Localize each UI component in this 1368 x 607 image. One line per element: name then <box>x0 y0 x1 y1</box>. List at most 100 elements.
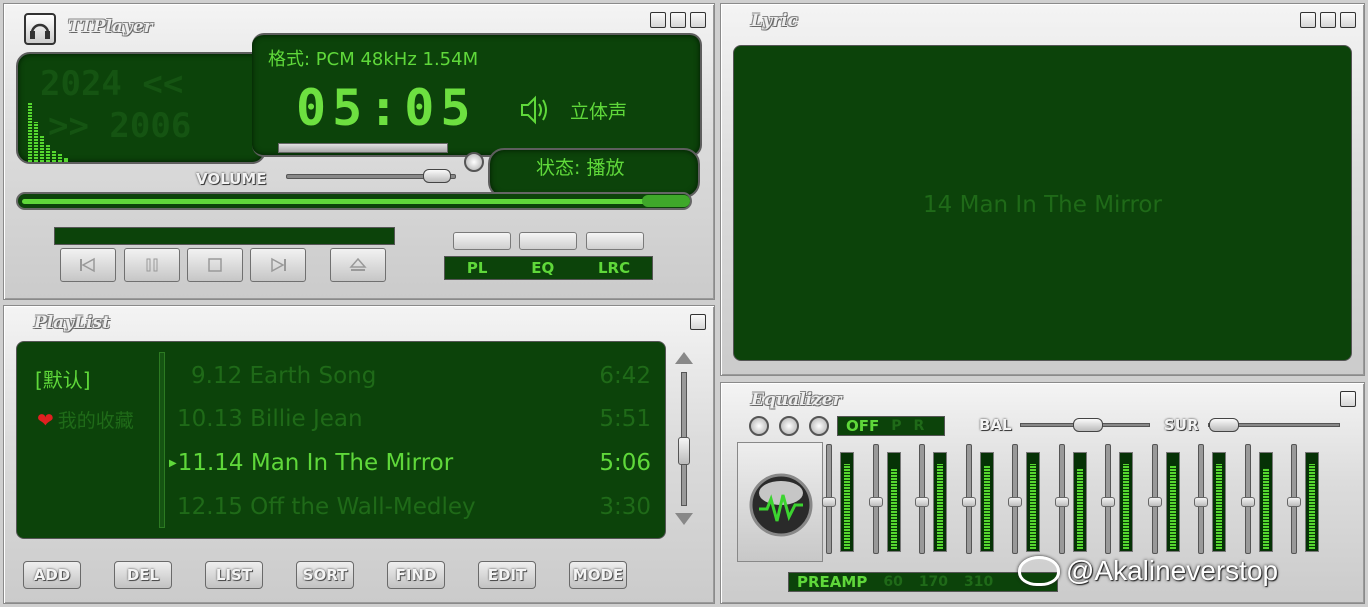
scroll-up-icon[interactable] <box>675 352 693 364</box>
lrc-toggle-top[interactable] <box>586 232 644 250</box>
equalizer-window-buttons <box>1340 391 1356 407</box>
eq-band-slider[interactable] <box>1240 444 1255 554</box>
lyric-close-button[interactable] <box>1340 12 1356 28</box>
playlist-close-button[interactable] <box>690 314 706 330</box>
eq-band-slider-thumb[interactable] <box>822 497 836 507</box>
mini-mode-button[interactable] <box>670 12 686 28</box>
playlist-scrollbar-thumb[interactable] <box>678 437 690 465</box>
eq-band-slider[interactable] <box>822 444 836 554</box>
eq-band-slider[interactable] <box>1147 444 1162 554</box>
eq-band-slider-thumb[interactable] <box>915 497 929 507</box>
eq-button[interactable]: EQ <box>531 259 554 277</box>
balance-knob-icon[interactable] <box>464 152 484 172</box>
eq-band-slider[interactable] <box>915 444 929 554</box>
eq-band-meter <box>979 452 994 552</box>
eq-band-slider[interactable] <box>1054 444 1069 554</box>
eq-knob-1[interactable] <box>749 416 769 436</box>
lyric-title: Lyric <box>751 11 798 31</box>
eq-band-slider-thumb[interactable] <box>1147 497 1162 507</box>
track-name: 9.12 Earth Song <box>191 363 377 389</box>
eq-band-slider[interactable] <box>1287 444 1301 554</box>
eq-band-slider-thumb[interactable] <box>1054 497 1069 507</box>
track-row[interactable]: 9.12 Earth Song 6:42 <box>177 356 667 396</box>
lyric-minimize-button[interactable] <box>1300 12 1316 28</box>
eq-band-meter <box>1072 452 1087 552</box>
next-button[interactable] <box>250 248 306 282</box>
prev-button[interactable] <box>60 248 116 282</box>
sort-button[interactable]: SORT <box>296 561 354 589</box>
player-title: TTPlayer <box>68 17 153 37</box>
seek-bar[interactable] <box>16 192 692 210</box>
pl-toggle-top[interactable] <box>453 232 511 250</box>
player-display: 2024 << >> 2006 <box>16 52 266 164</box>
track-row[interactable]: 12.15 Off the Wall-Medley 3:30 <box>177 487 667 527</box>
eq-knob-3[interactable] <box>809 416 829 436</box>
eq-band-meter-fill <box>890 469 897 549</box>
track-duration: 5:51 <box>599 406 651 432</box>
find-button[interactable]: FIND <box>387 561 445 589</box>
eject-button[interactable] <box>330 248 386 282</box>
equalizer-close-button[interactable] <box>1340 391 1356 407</box>
sur-slider[interactable] <box>1208 418 1340 432</box>
prev-icon <box>80 257 95 273</box>
edit-button[interactable]: EDIT <box>478 561 536 589</box>
list-favorites-label: 我的收藏 <box>57 410 134 432</box>
track-row-current[interactable]: ▶ 11.14 Man In The Mirror 5:06 <box>169 443 667 483</box>
eq-band-slider[interactable] <box>1101 444 1115 554</box>
track-duration: 3:30 <box>599 494 651 520</box>
eq-band-meter <box>1119 452 1133 552</box>
lyric-mode-button[interactable] <box>1320 12 1336 28</box>
lyric-display: 14 Man In The Mirror <box>733 45 1352 361</box>
list-button[interactable]: LIST <box>205 561 263 589</box>
time-display: 05:05 <box>296 79 477 137</box>
weibo-logo-icon <box>1018 556 1060 586</box>
volume-slider-thumb[interactable] <box>423 169 451 183</box>
player-window-buttons <box>650 12 706 28</box>
lrc-button[interactable]: LRC <box>598 259 630 277</box>
del-button[interactable]: DEL <box>114 561 172 589</box>
pause-button[interactable] <box>124 248 180 282</box>
eq-band-meter <box>1212 452 1226 552</box>
sur-slider-thumb[interactable] <box>1209 418 1239 432</box>
eq-band-meter <box>1305 452 1319 552</box>
list-favorites[interactable]: ❤ 我的收藏 <box>37 406 157 433</box>
mode-button[interactable]: MODE <box>569 561 627 589</box>
eq-band-slider[interactable] <box>961 444 976 554</box>
minimize-button[interactable] <box>650 12 666 28</box>
seek-bar-thumb[interactable] <box>642 195 690 207</box>
track-duration: 6:42 <box>599 363 651 389</box>
playlist-scrollbar[interactable] <box>678 372 690 506</box>
eq-band-meter-fill <box>1076 469 1083 549</box>
eq-band-slider-thumb[interactable] <box>1101 497 1115 507</box>
pl-button[interactable]: PL <box>467 259 488 277</box>
scroll-down-icon[interactable] <box>675 513 693 525</box>
volume-slider[interactable] <box>286 169 456 183</box>
eq-knob-2[interactable] <box>779 416 799 436</box>
eq-band-slider-thumb[interactable] <box>1240 497 1255 507</box>
eq-band-slider-thumb[interactable] <box>868 497 883 507</box>
eq-p-button[interactable]: P <box>891 418 901 434</box>
bal-slider[interactable] <box>1020 418 1150 432</box>
eq-band-slider-thumb[interactable] <box>1194 497 1208 507</box>
lyric-current-line: 14 Man In The Mirror <box>923 192 1162 218</box>
stop-button[interactable] <box>187 248 243 282</box>
eq-band-slider[interactable] <box>1008 444 1022 554</box>
eq-toggle-top[interactable] <box>519 232 577 250</box>
eq-band-slider-thumb[interactable] <box>961 497 976 507</box>
list-default[interactable]: [默认] <box>35 364 91 393</box>
eq-band-slider[interactable] <box>868 444 883 554</box>
add-button[interactable]: ADD <box>23 561 81 589</box>
eq-band-slider-thumb[interactable] <box>1008 497 1022 507</box>
eq-off-button[interactable]: OFF <box>846 417 879 435</box>
player-logo-icon <box>24 13 56 45</box>
eq-band-slider-thumb[interactable] <box>1287 497 1301 507</box>
next-icon <box>271 257 286 273</box>
eq-r-button[interactable]: R <box>914 418 925 434</box>
bal-slider-thumb[interactable] <box>1073 418 1103 432</box>
eq-band-slider[interactable] <box>1194 444 1208 554</box>
band-label-60: 60 <box>883 574 903 590</box>
track-name: 12.15 Off the Wall-Medley <box>177 494 476 520</box>
close-button[interactable] <box>690 12 706 28</box>
track-row[interactable]: 10.13 Billie Jean 5:51 <box>177 399 667 439</box>
eq-band-meter-fill <box>1030 464 1036 549</box>
